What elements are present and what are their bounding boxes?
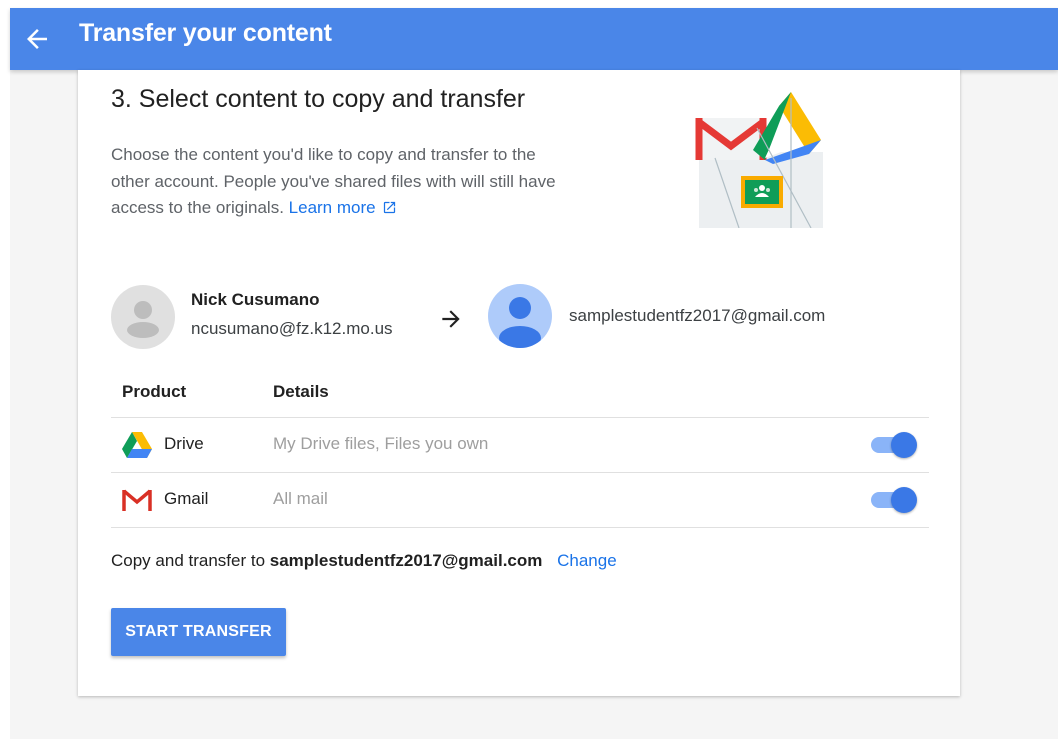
back-arrow-icon[interactable] [22,24,52,54]
gmail-icon [122,489,152,511]
app-bar: Transfer your content [10,8,1058,70]
step-description: Choose the content you'd like to copy an… [111,142,571,222]
source-account-name: Nick Cusumano [191,290,320,309]
copy-target-email: samplestudentfz2017@gmail.com [269,551,543,570]
products-illustration [695,92,823,228]
learn-more-link[interactable]: Learn more [289,198,376,217]
divider [111,417,929,418]
page: Transfer your content 3. Select content … [10,8,1058,739]
transfer-card: 3. Select content to copy and transfer C… [78,70,960,696]
copy-destination-line: Copy and transfer to samplestudentfz2017… [111,551,617,571]
column-header-details: Details [273,382,329,401]
source-account-email: ncusumano@fz.k12.mo.us [191,319,393,338]
divider [111,472,929,473]
copy-prefix: Copy and transfer to [111,551,266,570]
step-title: 3. Select content to copy and transfer [111,85,526,113]
toggle-knob [891,487,917,513]
change-link[interactable]: Change [557,551,617,570]
product-name: Drive [164,434,204,453]
product-details: All mail [273,489,328,508]
start-transfer-button[interactable]: START TRANSFER [111,608,286,656]
divider [111,527,929,528]
column-header-product: Product [122,382,187,401]
google-drive-icon [122,432,152,458]
destination-avatar [488,284,552,348]
source-avatar [111,285,175,349]
arrow-right-icon [442,310,460,328]
product-name: Gmail [164,489,209,508]
destination-account-email: samplestudentfz2017@gmail.com [569,306,826,325]
open-in-new-icon[interactable] [382,200,397,215]
product-details: My Drive files, Files you own [273,434,489,453]
person-icon [499,297,541,348]
page-title: Transfer your content [79,19,332,47]
toggle-knob [891,432,917,458]
person-icon [127,301,159,338]
gmail-toggle[interactable] [869,485,919,515]
drive-toggle[interactable] [869,430,919,460]
